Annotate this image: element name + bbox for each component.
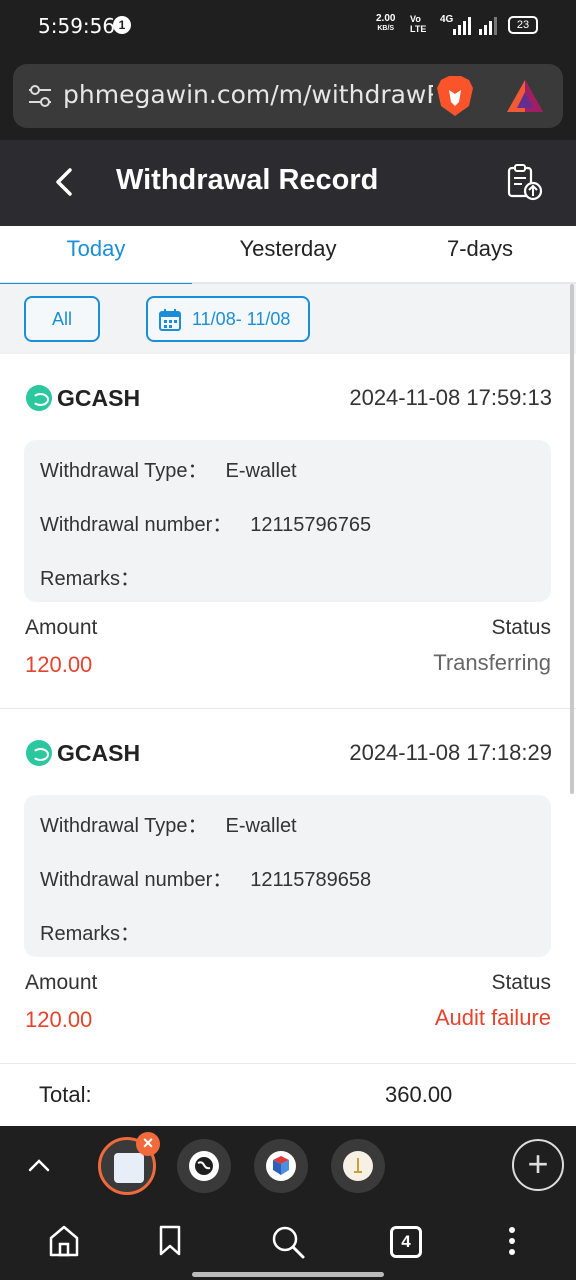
tab-thumbnail-trophy[interactable] bbox=[331, 1139, 385, 1193]
withdrawal-number-label: Withdrawal number： bbox=[40, 869, 233, 891]
back-arrow-icon[interactable] bbox=[50, 164, 78, 200]
battery-icon: 23 bbox=[508, 16, 538, 34]
tab-count-button[interactable]: 4 bbox=[390, 1226, 422, 1258]
page-title: Withdrawal Record bbox=[116, 164, 379, 196]
date-range-text: 11/08- 11/08 bbox=[192, 309, 291, 329]
payment-method: GCASH bbox=[57, 385, 141, 411]
browser-tab-strip: × + bbox=[0, 1126, 576, 1206]
gesture-bar[interactable] bbox=[192, 1272, 384, 1277]
brave-shields-icon[interactable] bbox=[435, 74, 475, 118]
volte-indicator: Vo LTE bbox=[410, 14, 427, 34]
bookmark-icon[interactable] bbox=[158, 1224, 182, 1258]
globe-icon bbox=[189, 1151, 219, 1181]
tab-7-days[interactable]: 7-days bbox=[384, 226, 576, 284]
signal-icon bbox=[453, 17, 471, 35]
total-label: Total: bbox=[39, 1082, 92, 1107]
remarks-label: Remarks： bbox=[40, 568, 141, 590]
withdrawal-type-label: Withdrawal Type： bbox=[40, 815, 208, 837]
date-tabs: Today Yesterday 7-days bbox=[0, 226, 576, 286]
status-value: Audit failure bbox=[434, 1005, 551, 1030]
withdrawal-record[interactable]: GCASH 2024-11-08 17:59:13 Withdrawal Typ… bbox=[0, 354, 576, 709]
withdrawal-type-value: E-wallet bbox=[225, 815, 297, 837]
amount-label: Amount bbox=[25, 971, 98, 994]
brave-rewards-icon[interactable] bbox=[505, 78, 545, 114]
clipboard-upload-icon[interactable] bbox=[504, 162, 544, 202]
record-details: Withdrawal Type： E-wallet Withdrawal numb… bbox=[24, 795, 551, 957]
new-tab-button[interactable]: + bbox=[512, 1139, 564, 1191]
record-datetime: 2024-11-08 17:18:29 bbox=[349, 740, 552, 765]
amount-value: 120.00 bbox=[25, 652, 93, 677]
browser-toolbar: phmegawin.com/m/withdrawRecord bbox=[0, 52, 576, 140]
remarks-label: Remarks： bbox=[40, 923, 141, 945]
filter-bar: All 11/08- 11/08 bbox=[0, 284, 576, 354]
withdrawal-type-label: Withdrawal Type： bbox=[40, 460, 208, 482]
total-value: 360.00 bbox=[385, 1082, 453, 1107]
url-text[interactable]: phmegawin.com/m/withdrawRecord bbox=[63, 80, 433, 109]
record-details: Withdrawal Type： E-wallet Withdrawal numb… bbox=[24, 440, 551, 602]
amount-value: 120.00 bbox=[25, 1007, 93, 1032]
payment-method: GCASH bbox=[57, 740, 141, 766]
trophy-icon bbox=[343, 1151, 373, 1181]
all-filter-button[interactable]: All bbox=[24, 296, 100, 342]
tab-yesterday[interactable]: Yesterday bbox=[192, 226, 384, 284]
status-label: Status bbox=[491, 971, 551, 994]
search-icon[interactable] bbox=[270, 1224, 306, 1260]
notification-badge: 1 bbox=[113, 16, 131, 34]
page-header: Withdrawal Record bbox=[0, 140, 576, 226]
tab-thumbnail-cube[interactable] bbox=[254, 1139, 308, 1193]
gcash-logo-icon bbox=[26, 385, 52, 411]
more-menu-icon[interactable] bbox=[502, 1224, 522, 1258]
address-bar[interactable]: phmegawin.com/m/withdrawRecord bbox=[13, 64, 563, 128]
network-speed: 2.00 KB/S bbox=[376, 13, 396, 33]
record-datetime: 2024-11-08 17:59:13 bbox=[349, 385, 552, 410]
status-value: Transferring bbox=[433, 650, 551, 675]
gcash-logo-icon bbox=[26, 740, 52, 766]
chevron-up-icon[interactable] bbox=[26, 1152, 52, 1178]
tab-thumbnail-globe[interactable] bbox=[177, 1139, 231, 1193]
tab-today[interactable]: Today bbox=[0, 226, 192, 286]
total-row: Total: 360.00 bbox=[0, 1066, 576, 1126]
scrollbar[interactable] bbox=[570, 284, 574, 794]
withdrawal-number-value: 12115789658 bbox=[250, 869, 372, 891]
clock: 5:59:56 bbox=[38, 14, 116, 38]
calendar-icon bbox=[159, 309, 181, 331]
amount-label: Amount bbox=[25, 616, 98, 639]
home-icon[interactable] bbox=[48, 1224, 80, 1258]
withdrawal-number-label: Withdrawal number： bbox=[40, 514, 233, 536]
browser-bottom-nav: 4 bbox=[0, 1206, 576, 1280]
withdrawal-type-value: E-wallet bbox=[225, 460, 297, 482]
status-label: Status bbox=[491, 616, 551, 639]
site-settings-icon[interactable] bbox=[27, 84, 53, 108]
close-tab-icon[interactable]: × bbox=[136, 1132, 160, 1156]
cube-icon bbox=[266, 1151, 296, 1181]
withdrawal-record[interactable]: GCASH 2024-11-08 17:18:29 Withdrawal Typ… bbox=[0, 709, 576, 1064]
signal-icon-2 bbox=[479, 17, 497, 35]
status-bar: 5:59:56 1 2.00 KB/S Vo LTE 4G 23 bbox=[0, 0, 576, 52]
date-range-button[interactable]: 11/08- 11/08 bbox=[146, 296, 310, 342]
withdrawal-number-value: 12115796765 bbox=[250, 514, 372, 536]
